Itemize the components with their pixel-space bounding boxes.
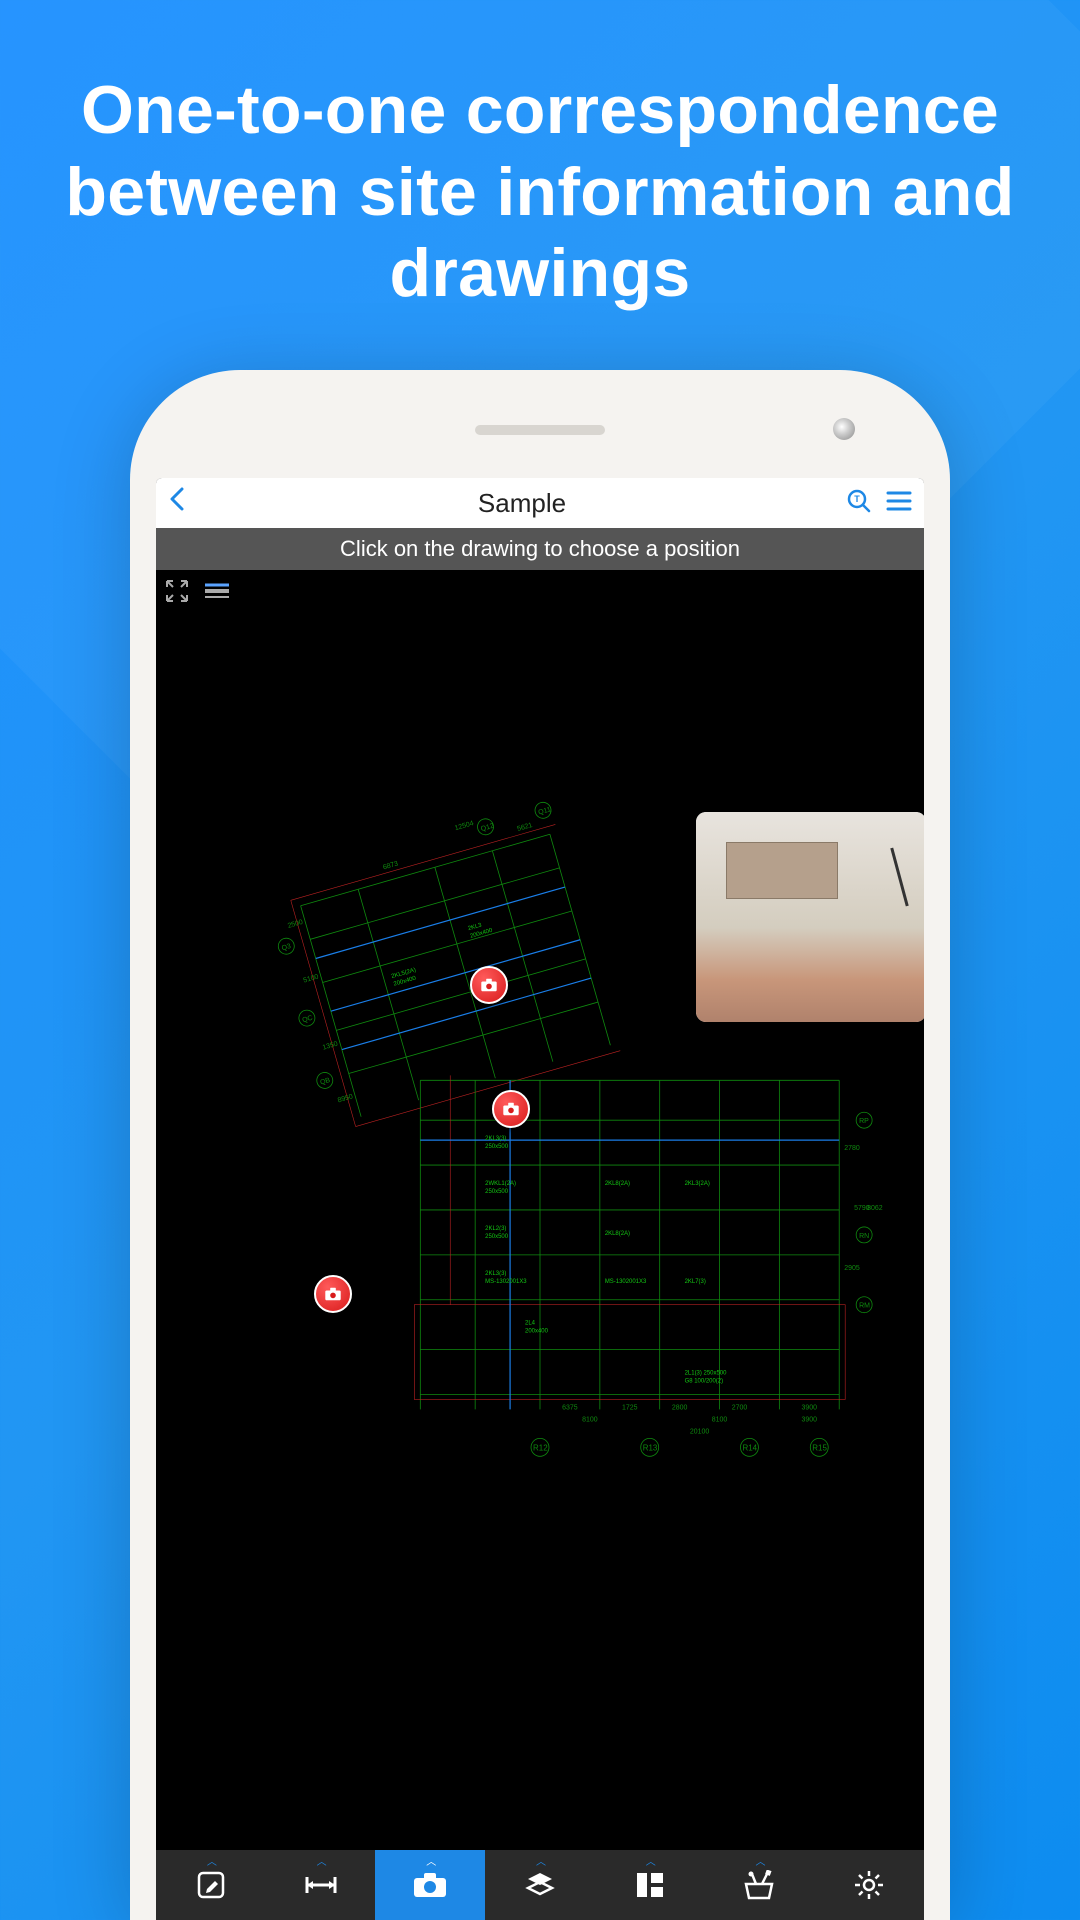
dimension-icon bbox=[303, 1873, 339, 1897]
settings-button[interactable] bbox=[814, 1850, 924, 1920]
expand-chevron-icon: ︿ bbox=[755, 1853, 763, 1868]
fullscreen-button[interactable] bbox=[162, 576, 192, 606]
svg-text:250x500: 250x500 bbox=[485, 1189, 509, 1195]
svg-text:2KL3(3): 2KL3(3) bbox=[485, 1271, 506, 1277]
app-bar: Sample T bbox=[156, 478, 924, 528]
svg-text:8062: 8062 bbox=[867, 1205, 883, 1212]
linetype-button[interactable] bbox=[202, 576, 232, 606]
svg-text:200x400: 200x400 bbox=[525, 1329, 549, 1335]
search-button[interactable]: T bbox=[846, 488, 872, 519]
measure-tool-button[interactable]: ︿ bbox=[266, 1850, 376, 1920]
phone-screen: Sample T Click on t bbox=[156, 478, 924, 1920]
svg-text:20100: 20100 bbox=[690, 1428, 710, 1435]
expand-chevron-icon: ︿ bbox=[426, 1853, 434, 1868]
edit-tool-button[interactable]: ︿ bbox=[156, 1850, 266, 1920]
bottom-toolbar: ︿ ︿ ︿ bbox=[156, 1850, 924, 1920]
svg-text:2500: 2500 bbox=[287, 919, 304, 930]
camera-tool-button[interactable]: ︿ bbox=[375, 1850, 485, 1920]
svg-text:2KL2(3): 2KL2(3) bbox=[485, 1226, 506, 1232]
expand-chevron-icon: ︿ bbox=[646, 1853, 654, 1868]
lines-icon bbox=[203, 581, 231, 601]
layers-icon bbox=[524, 1869, 556, 1901]
svg-text:MS-1302001X3: MS-1302001X3 bbox=[605, 1279, 647, 1285]
svg-text:6375: 6375 bbox=[562, 1404, 578, 1411]
svg-text:1350: 1350 bbox=[322, 1041, 339, 1052]
svg-text:RN: RN bbox=[859, 1233, 869, 1240]
layers-tool-button[interactable]: ︿ bbox=[485, 1850, 595, 1920]
marketing-headline: One-to-one correspondence between site i… bbox=[0, 0, 1080, 315]
svg-text:R15: R15 bbox=[812, 1443, 827, 1452]
svg-text:5100: 5100 bbox=[303, 974, 320, 985]
toolbox-button[interactable]: ︿ bbox=[705, 1850, 815, 1920]
expand-chevron-icon: ︿ bbox=[317, 1853, 325, 1868]
pencil-square-icon bbox=[195, 1869, 227, 1901]
svg-text:250x500: 250x500 bbox=[485, 1144, 509, 1150]
svg-text:2800: 2800 bbox=[672, 1404, 688, 1411]
svg-text:2WKL1(2A): 2WKL1(2A) bbox=[485, 1181, 516, 1187]
svg-text:QC: QC bbox=[302, 1015, 314, 1025]
svg-text:12504: 12504 bbox=[454, 820, 475, 832]
back-button[interactable] bbox=[168, 486, 198, 520]
svg-text:MS-1302001X3: MS-1302001X3 bbox=[485, 1279, 527, 1285]
svg-text:R13: R13 bbox=[643, 1443, 658, 1452]
hamburger-icon bbox=[886, 490, 912, 512]
svg-text:8100: 8100 bbox=[712, 1416, 728, 1423]
svg-text:T: T bbox=[854, 494, 860, 504]
camera-icon bbox=[412, 1871, 448, 1899]
hint-bar: Click on the drawing to choose a positio… bbox=[156, 528, 924, 570]
photo-marker[interactable] bbox=[314, 1275, 352, 1313]
svg-text:8100: 8100 bbox=[582, 1416, 598, 1423]
svg-text:2780: 2780 bbox=[844, 1145, 860, 1152]
phone-mockup: Sample T Click on t bbox=[130, 370, 950, 1920]
svg-text:2KL7(3): 2KL7(3) bbox=[685, 1279, 706, 1285]
photo-marker[interactable] bbox=[470, 966, 508, 1004]
panels-icon bbox=[635, 1871, 665, 1899]
app-title: Sample bbox=[198, 488, 846, 519]
chevron-left-icon bbox=[168, 486, 188, 512]
photo-marker[interactable] bbox=[492, 1090, 530, 1128]
svg-text:8950: 8950 bbox=[337, 1093, 354, 1104]
svg-text:2KL3(3): 2KL3(3) bbox=[485, 1136, 506, 1142]
svg-text:3900: 3900 bbox=[802, 1404, 818, 1411]
photo-thumbnail bbox=[696, 812, 924, 1022]
svg-text:RM: RM bbox=[859, 1303, 870, 1310]
photo-popup[interactable] bbox=[696, 812, 924, 1022]
camera-icon bbox=[324, 1287, 342, 1301]
svg-text:Q3: Q3 bbox=[281, 943, 292, 952]
svg-text:2700: 2700 bbox=[732, 1404, 748, 1411]
toolbox-icon bbox=[742, 1870, 776, 1900]
camera-icon bbox=[502, 1102, 520, 1116]
svg-text:3900: 3900 bbox=[802, 1416, 818, 1423]
phone-front-camera bbox=[833, 418, 855, 440]
svg-text:1725: 1725 bbox=[622, 1404, 638, 1411]
svg-text:2KL8(2A): 2KL8(2A) bbox=[605, 1181, 630, 1187]
menu-button[interactable] bbox=[886, 490, 912, 517]
svg-text:2L1(3) 250x500: 2L1(3) 250x500 bbox=[685, 1371, 727, 1377]
expand-icon bbox=[165, 579, 189, 603]
svg-text:250x500: 250x500 bbox=[485, 1234, 509, 1240]
svg-text:R14: R14 bbox=[742, 1443, 757, 1452]
svg-text:2905: 2905 bbox=[844, 1265, 860, 1272]
svg-text:QB: QB bbox=[319, 1077, 331, 1087]
search-icon: T bbox=[846, 488, 872, 514]
phone-speaker bbox=[475, 425, 605, 435]
camera-icon bbox=[480, 978, 498, 992]
expand-chevron-icon: ︿ bbox=[536, 1853, 544, 1868]
svg-text:2KL3(2A): 2KL3(2A) bbox=[685, 1181, 710, 1187]
expand-chevron-icon: ︿ bbox=[207, 1853, 215, 1868]
svg-text:2KL8(2A): 2KL8(2A) bbox=[605, 1231, 630, 1237]
gear-icon bbox=[853, 1869, 885, 1901]
svg-text:RP: RP bbox=[859, 1118, 869, 1125]
svg-text:R12: R12 bbox=[533, 1443, 548, 1452]
svg-text:Q12: Q12 bbox=[480, 823, 495, 833]
svg-text:2L4: 2L4 bbox=[525, 1321, 536, 1327]
drawing-canvas[interactable]: Q12 Q11 Q3 QC QB bbox=[156, 570, 924, 1850]
svg-text:G8 100/200(2): G8 100/200(2) bbox=[685, 1379, 724, 1385]
layout-tool-button[interactable]: ︿ bbox=[595, 1850, 705, 1920]
